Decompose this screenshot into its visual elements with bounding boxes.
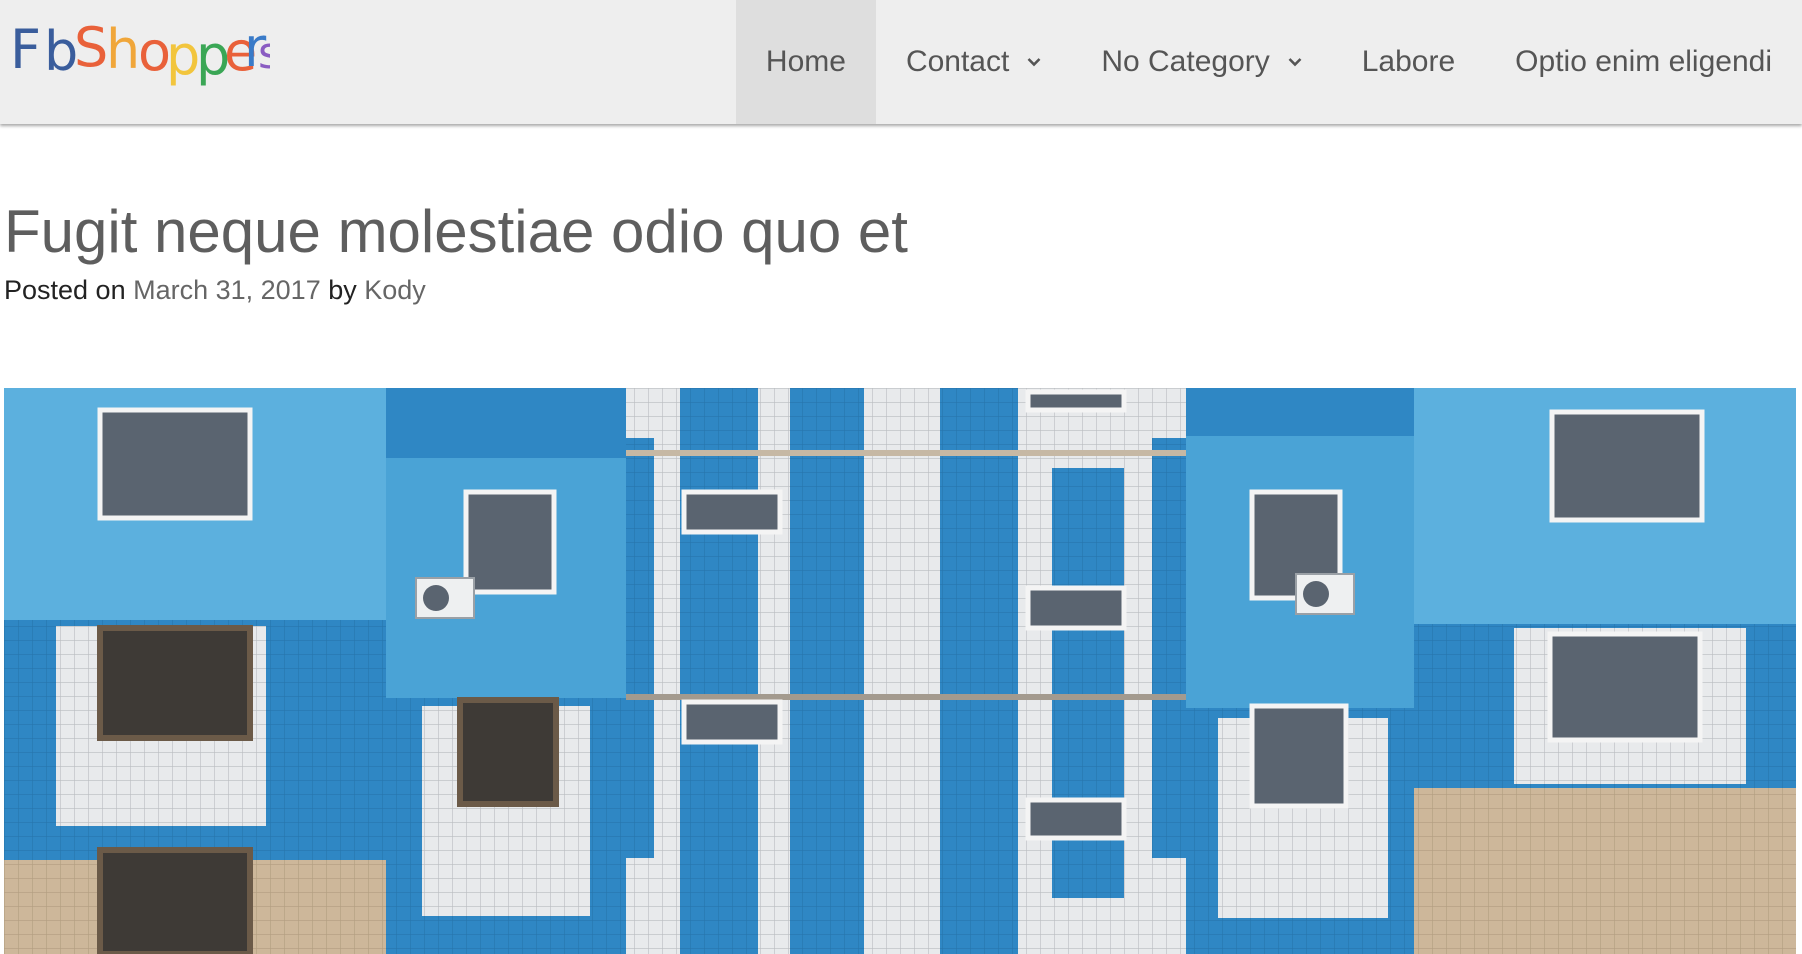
site-header: F b S h o p p e r s Home Contact No Cate… — [0, 0, 1802, 124]
site-logo-image: F b S h o p p e r s — [10, 16, 270, 87]
chevron-down-icon — [1288, 57, 1302, 67]
nav-item-label: Home — [765, 45, 846, 78]
building-facade-image — [4, 388, 1796, 954]
nav-item-optio-enim-eligendi[interactable]: Optio enim eligendi — [1485, 0, 1802, 124]
svg-text:h: h — [106, 18, 140, 81]
nav-item-label: No Category — [1101, 45, 1270, 78]
svg-text:s: s — [258, 28, 270, 79]
site-logo[interactable]: F b S h o p p e r s — [8, 8, 270, 108]
chevron-down-icon — [1027, 57, 1041, 67]
main-nav: Home Contact No Category Labore Optio en… — [735, 0, 1802, 124]
featured-image — [4, 388, 1796, 954]
nav-item-label: Labore — [1361, 45, 1456, 78]
post-date-link[interactable]: March 31, 2017 — [133, 275, 321, 305]
nav-item-contact[interactable]: Contact — [876, 0, 1071, 124]
svg-text:S: S — [74, 16, 108, 79]
nav-item-no-category[interactable]: No Category — [1071, 0, 1331, 124]
nav-item-label: Contact — [905, 45, 1010, 78]
nav-item-label: Optio enim eligendi — [1515, 45, 1772, 78]
svg-text:F: F — [10, 18, 41, 81]
nav-item-home[interactable]: Home — [735, 0, 876, 124]
post-meta-by: by — [320, 275, 365, 305]
post-author-link[interactable]: Kody — [364, 275, 426, 305]
nav-item-labore[interactable]: Labore — [1332, 0, 1485, 124]
post-title: Fugit neque molestiae odio quo et — [4, 198, 908, 265]
post-meta-prefix: Posted on — [4, 275, 134, 305]
post-meta: Posted on March 31, 2017 by Kody — [4, 272, 426, 308]
